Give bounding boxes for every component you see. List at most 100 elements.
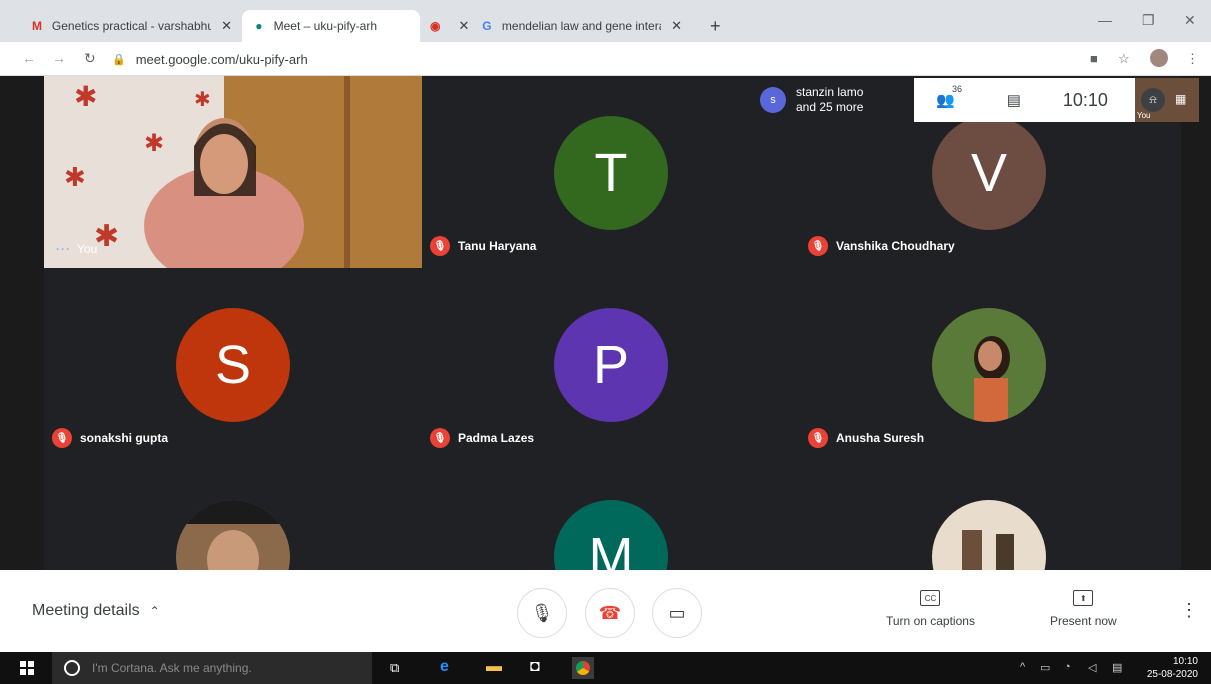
chevron-up-icon[interactable]: ^ xyxy=(1020,661,1025,673)
google-icon: G xyxy=(482,19,492,33)
forward-icon[interactable]: → xyxy=(52,50,66,66)
wifi-icon[interactable]: ◔ xyxy=(1064,661,1071,673)
tab-gmail[interactable]: M Genetics practical - varshabhu@ ✕ xyxy=(20,10,242,42)
chat-icon[interactable]: ▤ xyxy=(1007,91,1021,109)
participant-photo xyxy=(932,500,1046,570)
cortana-icon xyxy=(64,660,80,676)
camera-icon[interactable]: ■ xyxy=(1090,51,1098,66)
back-icon[interactable]: ← xyxy=(22,50,36,66)
windows-start-icon[interactable] xyxy=(20,661,34,675)
top-controls: 👥 36 ▤ 10:10 xyxy=(914,78,1135,122)
meet-icon: ● xyxy=(255,19,263,33)
presenter-avatar: s xyxy=(760,87,786,113)
participant-avatar: T xyxy=(554,116,668,230)
captions-button[interactable]: CC Turn on captions xyxy=(886,590,975,628)
screen: { "browser": { "tabs": [ {"title": "Gene… xyxy=(0,0,1211,684)
chrome-icon[interactable] xyxy=(572,657,594,679)
end-call-button[interactable]: ☎ xyxy=(585,588,635,638)
windows-taskbar: I'm Cortana. Ask me anything. ⧉ e ▬ ◘ ^ … xyxy=(0,652,1211,684)
people-icon: 👥 xyxy=(936,92,955,109)
gmail-icon: M xyxy=(31,19,42,33)
volume-icon[interactable]: ◁ xyxy=(1088,661,1096,674)
self-video: ✱ ✱ ✱ ✱ ✱ xyxy=(44,76,422,268)
layout-grid-icon[interactable]: ▦ xyxy=(1175,92,1186,106)
tab-recording[interactable]: ◉ ✕ xyxy=(420,10,470,42)
tab-title: Meet – uku-pify-arh xyxy=(273,19,378,33)
participant-summary[interactable]: s stanzin lamo and 25 more xyxy=(752,78,914,122)
left-margin xyxy=(0,76,44,570)
svg-text:✱: ✱ xyxy=(64,162,86,192)
tab-google-search[interactable]: G mendelian law and gene interact ✕ xyxy=(470,10,692,42)
people-button[interactable]: 👥 36 xyxy=(936,84,962,109)
participant-tile[interactable] xyxy=(800,460,1178,570)
participant-name: 🎙 Padma Lazes xyxy=(430,428,534,448)
participant-photo xyxy=(176,500,290,570)
participant-tile[interactable]: S 🎙 sonakshi gupta xyxy=(44,268,422,460)
tab-title: Genetics practical - varshabhu@ xyxy=(51,19,212,33)
self-label: ··· You xyxy=(56,242,98,256)
participant-tile[interactable]: 🎙 Anusha Suresh xyxy=(800,268,1178,460)
close-icon[interactable]: ✕ xyxy=(458,18,469,34)
network-icon[interactable]: ▭ xyxy=(1040,661,1050,674)
tab-meet[interactable]: ● Meet – uku-pify-arh xyxy=(242,10,420,42)
participant-name: 🎙 Anusha Suresh xyxy=(808,428,924,448)
notification-center-icon[interactable]: ▤ xyxy=(1112,661,1122,674)
reload-icon[interactable]: ↻ xyxy=(84,50,96,67)
participant-grid: ✱ ✱ ✱ ✱ ✱ ··· You T 🎙 Tanu Haryana V 🎙 V… xyxy=(0,76,1211,570)
edge-icon[interactable]: e xyxy=(440,658,449,676)
svg-text:✱: ✱ xyxy=(74,81,97,112)
menu-icon[interactable]: ⋮ xyxy=(1186,51,1199,67)
mic-off-icon: 🎙 xyxy=(430,236,450,256)
self-mini-view[interactable]: ⍾ ▦ You xyxy=(1135,78,1199,122)
cortana-search-box[interactable]: I'm Cortana. Ask me anything. xyxy=(52,652,372,684)
mic-off-icon: 🎙 xyxy=(52,428,72,448)
mic-off-icon: 🎙 xyxy=(430,428,450,448)
svg-text:✱: ✱ xyxy=(194,89,211,111)
participant-avatar: P xyxy=(554,308,668,422)
participant-name: 🎙 Tanu Haryana xyxy=(430,236,536,256)
participant-summary-text: stanzin lamo and 25 more xyxy=(796,85,864,114)
participant-tile[interactable]: T 🎙 Tanu Haryana xyxy=(422,76,800,268)
minimize-icon[interactable]: — xyxy=(1098,12,1112,28)
browser-tab-strip: M Genetics practical - varshabhu@ ✕ ● Me… xyxy=(0,0,1211,42)
file-explorer-icon[interactable]: ▬ xyxy=(486,658,502,676)
self-video-tile[interactable]: ✱ ✱ ✱ ✱ ✱ ··· You xyxy=(44,76,422,268)
participant-tile[interactable]: M xyxy=(422,460,800,570)
system-clock[interactable]: 10:10 25-08-2020 xyxy=(1142,655,1198,681)
phone-hangup-icon: ☎ xyxy=(598,602,622,623)
close-window-icon[interactable]: ✕ xyxy=(1184,12,1196,29)
participant-tile[interactable] xyxy=(44,460,422,570)
meeting-details-button[interactable]: Meeting details ⌃ xyxy=(32,602,160,620)
close-icon[interactable]: ✕ xyxy=(221,18,232,34)
browser-toolbar: ← → ↻ 🔒 meet.google.com/uku-pify-arh ■ ☆… xyxy=(0,42,1211,76)
meet-control-bar: Meeting details ⌃ 🎙 ☎ ▭ CC Turn on capti… xyxy=(0,570,1211,652)
store-icon[interactable]: ◘ xyxy=(530,658,540,676)
address-bar[interactable]: 🔒 meet.google.com/uku-pify-arh xyxy=(112,47,1072,71)
close-icon[interactable]: ✕ xyxy=(671,18,682,34)
right-margin xyxy=(1181,76,1211,570)
url-text: meet.google.com/uku-pify-arh xyxy=(135,51,308,67)
microphone-button[interactable]: 🎙 xyxy=(517,588,567,638)
present-now-button[interactable]: ⬆ Present now xyxy=(1050,590,1117,628)
notification-icon[interactable]: ⍾ xyxy=(1141,88,1165,112)
star-icon[interactable]: ☆ xyxy=(1118,51,1130,67)
more-options-icon[interactable]: ⋮ xyxy=(1180,600,1198,621)
participant-avatar: S xyxy=(176,308,290,422)
new-tab-button[interactable]: + xyxy=(700,10,730,42)
participant-name: 🎙 sonakshi gupta xyxy=(52,428,168,448)
task-view-icon[interactable]: ⧉ xyxy=(390,660,399,676)
profile-avatar[interactable] xyxy=(1150,49,1168,67)
participant-tile[interactable]: P 🎙 Padma Lazes xyxy=(422,268,800,460)
participant-avatar: M xyxy=(554,500,668,570)
chevron-up-icon: ⌃ xyxy=(149,604,160,618)
mic-off-icon: 🎙 xyxy=(808,236,828,256)
microphone-icon: 🎙 xyxy=(530,602,554,623)
present-icon: ⬆ xyxy=(1073,590,1094,606)
participant-photo xyxy=(932,308,1046,422)
video-camera-icon: ▭ xyxy=(668,602,686,623)
camera-button[interactable]: ▭ xyxy=(652,588,702,638)
mic-off-icon: 🎙 xyxy=(808,428,828,448)
svg-text:✱: ✱ xyxy=(144,130,164,157)
restore-icon[interactable]: ❐ xyxy=(1142,12,1155,29)
lock-icon: 🔒 xyxy=(112,53,126,66)
